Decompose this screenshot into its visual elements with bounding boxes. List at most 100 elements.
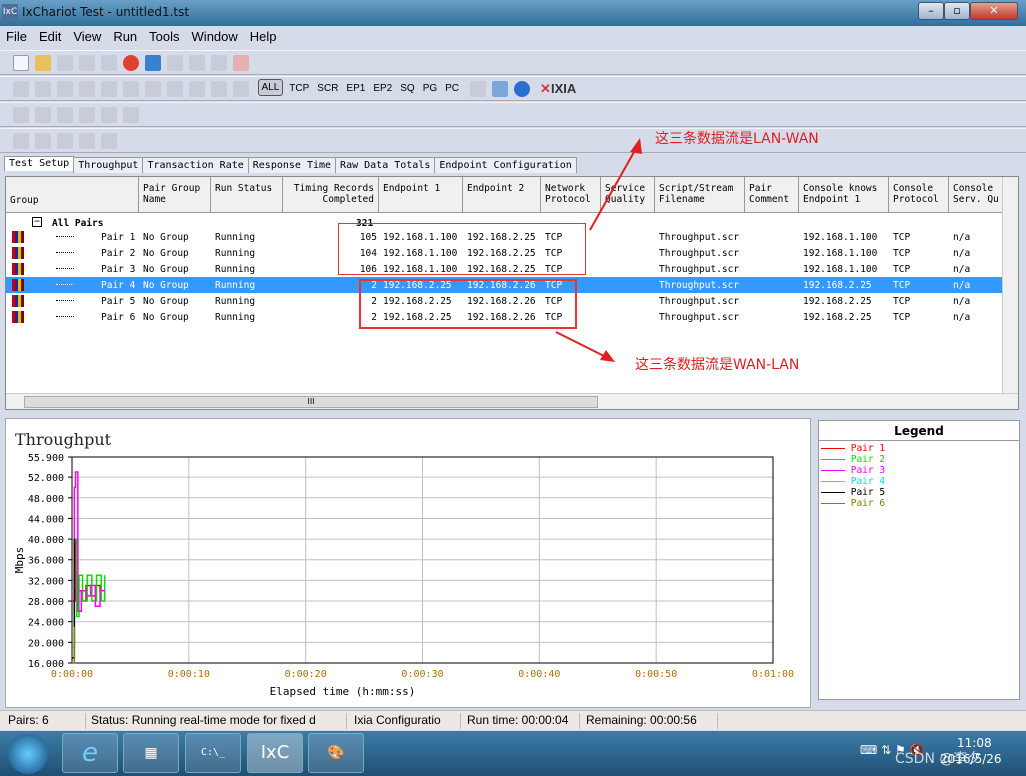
collapse-icon[interactable]: − [32,217,42,227]
y-tick-label: 20.000 [28,638,64,649]
script-icon[interactable] [167,81,183,97]
flag-icon[interactable] [35,133,51,149]
run-status: Running [215,232,256,243]
column-header-endpoint-2[interactable]: Endpoint 2 [463,177,541,213]
column-header-console-protocol[interactable]: Console Protocol [889,177,949,213]
info-icon[interactable] [513,81,530,97]
menu-tools[interactable]: Tools [143,26,185,47]
menu-window[interactable]: Window [186,26,244,47]
filter-scr-button[interactable]: SCR [317,83,338,94]
tools-icon[interactable] [189,81,205,97]
flag-group-icon[interactable] [79,133,95,149]
video-icon[interactable] [101,81,117,97]
y-tick-label: 48.000 [28,494,64,505]
print-icon[interactable] [79,55,95,71]
maximize-button[interactable]: ▫ [944,2,970,20]
filter-ep1-button[interactable]: EP1 [346,83,365,94]
group-icon[interactable] [79,81,95,97]
pair-icon[interactable] [13,81,29,97]
arrow-lan-wan [589,144,639,231]
tab-transaction-rate[interactable]: Transaction Rate [142,157,249,173]
internet-explorer-icon[interactable]: e [62,733,118,773]
run-icon[interactable] [101,55,117,71]
stop-icon[interactable] [123,55,139,71]
tab-throughput[interactable]: Throughput [73,157,144,173]
voice-icon[interactable] [123,81,139,97]
copy-icon[interactable] [189,55,205,71]
filter-pc-button[interactable]: PC [445,83,459,94]
refresh-icon[interactable] [145,55,161,71]
filter-sq-button[interactable]: SQ [400,83,414,94]
column-header-pair-group-name[interactable]: Pair Group Name [139,177,211,213]
column-header-group[interactable]: Group [6,177,139,213]
vertical-scrollbar[interactable] [1002,177,1018,395]
tab-raw-data-totals[interactable]: Raw Data Totals [335,157,436,173]
pair-group: No Group [143,296,189,307]
legend-item[interactable]: Pair 1 [821,443,1019,454]
export-icon[interactable] [491,81,508,97]
script-filename: Throughput.scr [659,312,740,323]
column-header-endpoint-1[interactable]: Endpoint 1 [379,177,463,213]
ixchariot-taskbar-icon[interactable]: IxC [247,733,303,773]
paint-icon[interactable]: 🎨 [308,733,364,773]
pair-icon [12,263,24,275]
cut-icon[interactable] [167,55,183,71]
swap-icon[interactable] [211,81,227,97]
tab-test-setup[interactable]: Test Setup [4,156,75,171]
edit-icon[interactable] [145,81,161,97]
filter-all-button[interactable]: ALL [257,79,284,96]
filter-ep2-button[interactable]: EP2 [373,83,392,94]
start-button[interactable] [8,734,48,774]
menu-run[interactable]: Run [107,26,143,47]
flag-delete-icon[interactable] [57,133,73,149]
paste-icon[interactable] [211,55,227,71]
legend-item[interactable]: Pair 5 [821,487,1019,498]
cmd-icon[interactable]: C:\_ [185,733,241,773]
legend-item[interactable]: Pair 3 [821,465,1019,476]
new-icon[interactable] [13,55,29,71]
menu-edit[interactable]: Edit [33,26,67,47]
column-header-timing-records[interactable]: Timing Records Completed [283,177,379,213]
find-icon[interactable] [35,107,51,123]
pair-icon [12,311,24,323]
filter-pg-button[interactable]: PG [423,83,437,94]
menu-view[interactable]: View [67,26,107,47]
control-panel-icon[interactable]: ▦ [123,733,179,773]
pair-icon[interactable] [35,81,51,97]
check-icon[interactable] [57,107,73,123]
legend-item[interactable]: Pair 6 [821,498,1019,509]
unlink-icon[interactable] [101,107,117,123]
import-icon[interactable] [469,81,486,97]
column-header-console-serv-quality[interactable]: Console Serv. Qu [949,177,1006,213]
column-header-run-status[interactable]: Run Status [211,177,283,213]
clipboard-icon[interactable] [123,107,139,123]
column-header-pair-comment[interactable]: Pair Comment [745,177,799,213]
legend-item[interactable]: Pair 2 [821,454,1019,465]
close-button[interactable]: ✕ [970,2,1018,20]
filter-tcp-button[interactable]: TCP [289,83,309,94]
flag-icon[interactable] [13,133,29,149]
status-bar: Pairs: 6 Status: Running real-time mode … [0,710,1026,730]
link-icon[interactable] [79,107,95,123]
legend-item[interactable]: Pair 4 [821,476,1019,487]
delete-icon[interactable] [233,55,249,71]
column-header-script-filename[interactable]: Script/Stream Filename [655,177,745,213]
horizontal-scrollbar[interactable]: III [6,393,1018,409]
y-tick-label: 40.000 [28,535,64,546]
flag-edit-icon[interactable] [101,133,117,149]
console-endpoint-1: 192.168.1.100 [803,264,878,275]
order-icon[interactable] [233,81,249,97]
scrollbar-thumb[interactable]: III [24,396,598,408]
minimize-button[interactable]: – [918,2,944,20]
edit-pair-icon[interactable] [13,107,29,123]
open-icon[interactable] [35,55,51,71]
arrow-wan-lan [555,331,609,359]
y-tick-label: 55.900 [28,453,64,464]
save-icon[interactable] [57,55,73,71]
multicast-icon[interactable] [57,81,73,97]
legend-label: Pair 6 [850,498,886,509]
tab-response-time[interactable]: Response Time [247,157,337,173]
menu-help[interactable]: Help [244,26,283,47]
menu-file[interactable]: File [0,26,33,47]
column-header-console-endpoint-1[interactable]: Console knows Endpoint 1 [799,177,889,213]
